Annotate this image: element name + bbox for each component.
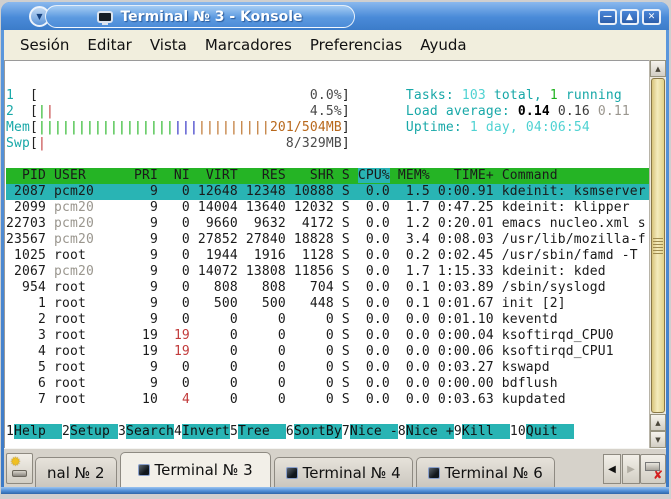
minimize-button[interactable]: — xyxy=(598,9,617,25)
tab-list: nal № 2 Terminal № 3 Terminal № 4 Terminal … xyxy=(35,449,594,487)
blank-line xyxy=(6,152,650,168)
menu-bar: SesiónEditarVistaMarcadoresPreferenciasA… xyxy=(4,30,666,60)
title-bar[interactable]: ▼ Terminal № 3 - Konsole — ▲ ✕ xyxy=(1,2,669,30)
table-header-line: PID USER PRI NI VIRT RES SHR S CPU% MEM%… xyxy=(6,168,650,184)
process-row: 23567 pcm20 9 0 27852 27840 18828 S 0.0 … xyxy=(6,232,650,248)
terminal-area[interactable]: 1 [ 0.0%] Tasks: 103 total, 1 running2 [… xyxy=(4,60,666,448)
tab-terminal-6[interactable]: Terminal № 6 xyxy=(416,457,555,487)
konsole-window: ▼ Terminal № 3 - Konsole — ▲ ✕ SesiónEdi… xyxy=(1,2,669,494)
tab-nal-2[interactable]: nal № 2 xyxy=(35,457,117,487)
close-button[interactable]: ✕ xyxy=(642,9,661,25)
tab-scroll-right-button[interactable]: ▶ xyxy=(622,454,640,484)
tab-terminal-3[interactable]: Terminal № 3 xyxy=(120,452,271,487)
blank-line xyxy=(6,408,650,424)
process-row: 6 root 9 0 0 0 0 S 0.0 0.0 0:00.00 bdflu… xyxy=(6,376,650,392)
tab-label: Terminal № 6 xyxy=(445,464,543,482)
tab-label: Terminal № 4 xyxy=(303,464,401,482)
close-session-x-icon: ✘ xyxy=(653,469,663,481)
scrollbar-down-icon[interactable]: ▼ xyxy=(650,431,666,448)
menu-item-vista[interactable]: Vista xyxy=(141,32,196,58)
menu-item-editar[interactable]: Editar xyxy=(78,32,140,58)
konsole-tab-icon xyxy=(138,464,150,476)
function-key-bar: 1Help 2Setup 3Search4Invert5Tree 6SortBy… xyxy=(6,424,650,440)
session-tab-bar: ✹ nal № 2 Terminal № 3 Terminal № 4 Termina… xyxy=(4,448,666,487)
window-bottom-border xyxy=(1,487,669,494)
process-row: 22703 pcm20 9 0 9660 9632 4172 S 0.0 1.2… xyxy=(6,216,650,232)
process-row: 7 root 10 4 0 0 0 S 0.0 0.0 0:03.63 kupd… xyxy=(6,392,650,408)
process-row: 3 root 19 19 0 0 0 S 0.0 0.0 0:00.04 kso… xyxy=(6,328,650,344)
window-title: Terminal № 3 - Konsole xyxy=(120,9,302,25)
process-row: 2099 pcm20 9 0 14004 13640 12032 S 0.0 1… xyxy=(6,200,650,216)
cpu2-meter-line: 2 [|| 4.5%] Load average: 0.14 0.16 0.11 xyxy=(6,104,650,120)
mem-meter-line: Mem[|||||||||||||||||||||||||||||201/504… xyxy=(6,120,650,136)
konsole-tab-icon xyxy=(428,467,440,479)
konsole-monitor-icon xyxy=(97,11,113,23)
new-session-star-icon: ✹ xyxy=(10,455,21,470)
tab-terminal-4[interactable]: Terminal № 4 xyxy=(274,457,413,487)
scrollbar-thumb[interactable] xyxy=(651,78,665,413)
process-row: 1025 root 9 0 1944 1916 1128 S 0.0 0.2 0… xyxy=(6,248,650,264)
menu-item-marcadores[interactable]: Marcadores xyxy=(196,32,301,58)
scrollbar-grip xyxy=(653,238,663,254)
scrollbar-up-icon[interactable]: ▲ xyxy=(650,414,666,431)
cpu1-meter-line: 1 [ 0.0%] Tasks: 103 total, 1 running xyxy=(6,88,650,104)
maximize-button[interactable]: ▲ xyxy=(620,9,639,25)
terminal-output[interactable]: 1 [ 0.0%] Tasks: 103 total, 1 running2 [… xyxy=(6,88,650,440)
menu-item-sesion[interactable]: Sesión xyxy=(11,32,78,58)
tab-label: nal № 2 xyxy=(47,464,105,482)
new-session-button[interactable]: ✹ xyxy=(6,453,33,484)
process-row: 2 root 9 0 0 0 0 S 0.0 0.0 0:01.10 keven… xyxy=(6,312,650,328)
menu-item-ayuda[interactable]: Ayuda xyxy=(411,32,475,58)
swap-meter-line: Swp[| 8/329MB] xyxy=(6,136,650,152)
process-row: 2067 pcm20 9 0 14072 13808 11856 S 0.0 1… xyxy=(6,264,650,280)
close-session-button[interactable]: ✘ xyxy=(640,454,666,484)
process-row: 5 root 9 0 0 0 0 S 0.0 0.0 0:03.27 kswap… xyxy=(6,360,650,376)
new-session-icon xyxy=(12,470,27,477)
process-row: 1 root 9 0 500 500 448 S 0.0 0.1 0:01.67… xyxy=(6,296,650,312)
scrollbar-up-icon[interactable]: ▲ xyxy=(650,60,666,77)
process-row: 954 root 9 0 808 808 704 S 0.0 0.1 0:03.… xyxy=(6,280,650,296)
menu-item-preferencias[interactable]: Preferencias xyxy=(301,32,411,58)
scrollbar[interactable]: ▲ ▲ ▼ xyxy=(649,60,666,448)
process-row-selected: 2087 pcm20 9 0 12648 12348 10888 S 0.0 1… xyxy=(6,184,650,200)
process-row: 4 root 19 19 0 0 0 S 0.0 0.0 0:00.06 kso… xyxy=(6,344,650,360)
tab-label: Terminal № 3 xyxy=(155,461,253,479)
title-pill: Terminal № 3 - Konsole xyxy=(45,5,355,28)
konsole-tab-icon xyxy=(286,467,298,479)
tab-scroll-left-button[interactable]: ◀ xyxy=(603,454,621,484)
